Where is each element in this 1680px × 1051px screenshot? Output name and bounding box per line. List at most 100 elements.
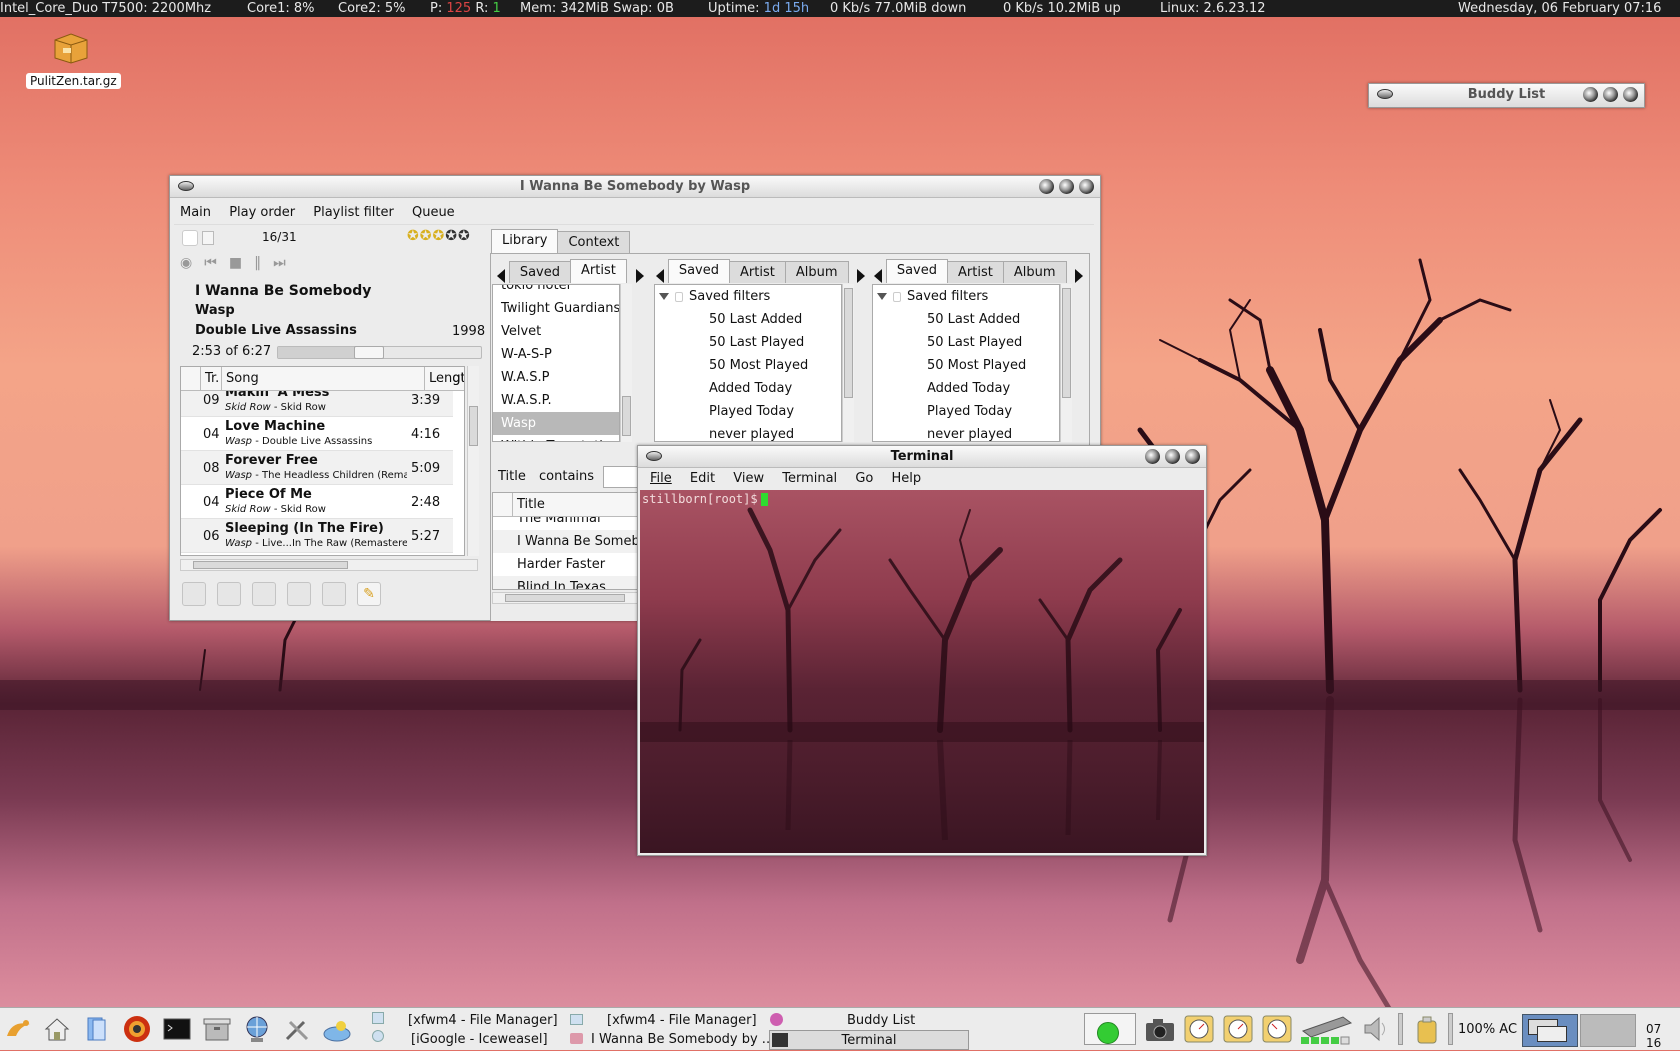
tree-root[interactable]: Saved filters	[873, 285, 1059, 308]
task-iceweasel[interactable]: [iGoogle - Iceweasel]	[411, 1030, 548, 1050]
results-hscroll[interactable]	[492, 592, 640, 604]
tree-item[interactable]: 50 Last Played	[873, 331, 1059, 354]
minimize-icon[interactable]	[1583, 87, 1598, 102]
menu-edit[interactable]: Edit	[690, 471, 715, 486]
menu-file[interactable]: File	[650, 471, 672, 486]
pidgin-status-icon[interactable]	[1097, 1022, 1119, 1044]
tree-item[interactable]: 50 Most Played	[873, 354, 1059, 377]
buddy-list-titlebar[interactable]: Buddy List	[1369, 84, 1644, 107]
close-icon[interactable]	[1623, 87, 1638, 102]
filter-field[interactable]: Title	[498, 469, 526, 484]
xfce-menu-icon[interactable]	[4, 1014, 34, 1044]
task-buddy-list[interactable]: Buddy List	[847, 1011, 915, 1031]
remove-button[interactable]	[322, 582, 346, 606]
column-select[interactable]	[181, 367, 201, 391]
artist-list-scroll[interactable]	[620, 284, 632, 442]
list-item[interactable]: Within Temptation	[493, 435, 619, 441]
window-menu-icon[interactable]	[178, 181, 194, 191]
workspace-2[interactable]	[1580, 1014, 1636, 1047]
next-icon[interactable]: ⏭	[273, 255, 298, 271]
table-row[interactable]: 04 Love Machine Wasp - Double Live Assassi…	[181, 417, 453, 451]
filters-scroll[interactable]	[842, 284, 854, 442]
pane2-tab-artist[interactable]: Artist	[729, 261, 786, 283]
scroll-thumb[interactable]	[1062, 288, 1071, 398]
scroll-thumb[interactable]	[622, 396, 631, 436]
move-down-button[interactable]	[252, 582, 276, 606]
iceweasel-icon[interactable]	[122, 1014, 152, 1044]
minimize-icon[interactable]	[1145, 449, 1160, 464]
menu-help[interactable]: Help	[892, 471, 922, 486]
list-item[interactable]: W.A.S.P	[493, 366, 619, 389]
settings-tools-icon[interactable]	[282, 1014, 312, 1044]
home-icon[interactable]	[42, 1014, 72, 1044]
rating-stars[interactable]: ✪✪✪✪✪	[407, 228, 471, 244]
expander-icon[interactable]	[659, 293, 669, 300]
move-bottom-button[interactable]	[287, 582, 311, 606]
previous-icon[interactable]: ⏮	[204, 255, 229, 271]
scroll-thumb[interactable]	[193, 561, 348, 569]
cpu-freq-icon[interactable]	[1182, 1013, 1216, 1045]
tab-context[interactable]: Context	[557, 231, 631, 253]
menu-main[interactable]: Main	[180, 205, 211, 220]
wireless-icon[interactable]	[1299, 1013, 1355, 1045]
documents-icon[interactable]	[82, 1014, 112, 1044]
scroll-thumb[interactable]	[844, 288, 853, 398]
terminal-titlebar[interactable]: Terminal	[638, 446, 1206, 468]
star-icon[interactable]: ✪	[445, 228, 458, 244]
window-menu-icon[interactable]	[646, 451, 662, 461]
volume-icon[interactable]	[1360, 1013, 1390, 1045]
tree-item[interactable]: 50 Last Added	[873, 308, 1059, 331]
maximize-icon[interactable]	[1603, 87, 1618, 102]
star-icon[interactable]: ✪	[458, 228, 471, 244]
seek-handle[interactable]	[354, 346, 385, 359]
list-item[interactable]: Wasp	[493, 412, 619, 435]
star-icon[interactable]: ✪	[432, 228, 445, 244]
pane1-tab-artist[interactable]: Artist	[570, 259, 627, 283]
maximize-icon[interactable]	[1165, 449, 1180, 464]
filters-scroll-2[interactable]	[1060, 284, 1072, 442]
notification-area[interactable]	[1084, 1013, 1136, 1045]
playlist-hscroll[interactable]	[180, 559, 478, 571]
camera-icon[interactable]	[1143, 1013, 1177, 1045]
task-file-manager-1[interactable]: [xfwm4 - File Manager]	[408, 1011, 558, 1031]
expander-icon[interactable]	[877, 293, 887, 300]
task-terminal[interactable]: Terminal	[769, 1030, 969, 1050]
tree-item[interactable]: Played Today	[655, 400, 841, 423]
scroll-thumb[interactable]	[469, 406, 478, 446]
minimize-icon[interactable]	[1039, 179, 1054, 194]
pane2-next-icon[interactable]	[857, 269, 866, 283]
pane1-prev-icon[interactable]	[497, 269, 505, 283]
shuffle-icon[interactable]	[182, 230, 198, 246]
star-icon[interactable]: ✪	[407, 228, 420, 244]
list-item[interactable]: tokio hotel	[493, 285, 619, 297]
tree-item[interactable]: Played Today	[873, 400, 1059, 423]
playlist-icon[interactable]	[202, 231, 214, 245]
menu-view[interactable]: View	[733, 471, 764, 486]
pause-icon[interactable]: ‖	[254, 255, 273, 271]
result-row[interactable]: I Wanna Be Somebo	[493, 530, 639, 553]
result-row[interactable]: Harder Faster	[493, 553, 639, 576]
tree-root[interactable]: Saved filters	[655, 285, 841, 308]
pane3-next-icon[interactable]	[1075, 269, 1084, 283]
seek-bar[interactable]	[277, 346, 482, 359]
buddy-list-window[interactable]: Buddy List	[1368, 83, 1645, 108]
cpu-freq-icon-2[interactable]	[1221, 1013, 1255, 1045]
playlist-vscroll[interactable]	[467, 366, 479, 556]
move-up-button[interactable]	[217, 582, 241, 606]
tree-item[interactable]: Added Today	[655, 377, 841, 400]
desktop-file-icon[interactable]: PulitZen.tar.gz	[26, 30, 121, 89]
tree-item[interactable]: Added Today	[873, 377, 1059, 400]
weather-icon[interactable]	[322, 1014, 352, 1044]
scroll-thumb[interactable]	[505, 594, 625, 602]
battery-icon[interactable]	[1413, 1013, 1441, 1045]
terminal-launcher-icon[interactable]	[162, 1014, 192, 1044]
pane3-tab-album[interactable]: Album	[1002, 261, 1067, 283]
table-row[interactable]: 08 Forever Free Wasp - The Headless Childr…	[181, 451, 453, 485]
tree-item[interactable]: never played	[873, 423, 1059, 441]
list-item[interactable]: W-A-S-P	[493, 343, 619, 366]
tree-item[interactable]: 50 Last Played	[655, 331, 841, 354]
list-item[interactable]: Twilight Guardians	[493, 297, 619, 320]
result-row[interactable]: Blind In Texas	[493, 576, 639, 589]
volume-icon[interactable]: ◉	[180, 255, 204, 271]
star-icon[interactable]: ✪	[420, 228, 433, 244]
